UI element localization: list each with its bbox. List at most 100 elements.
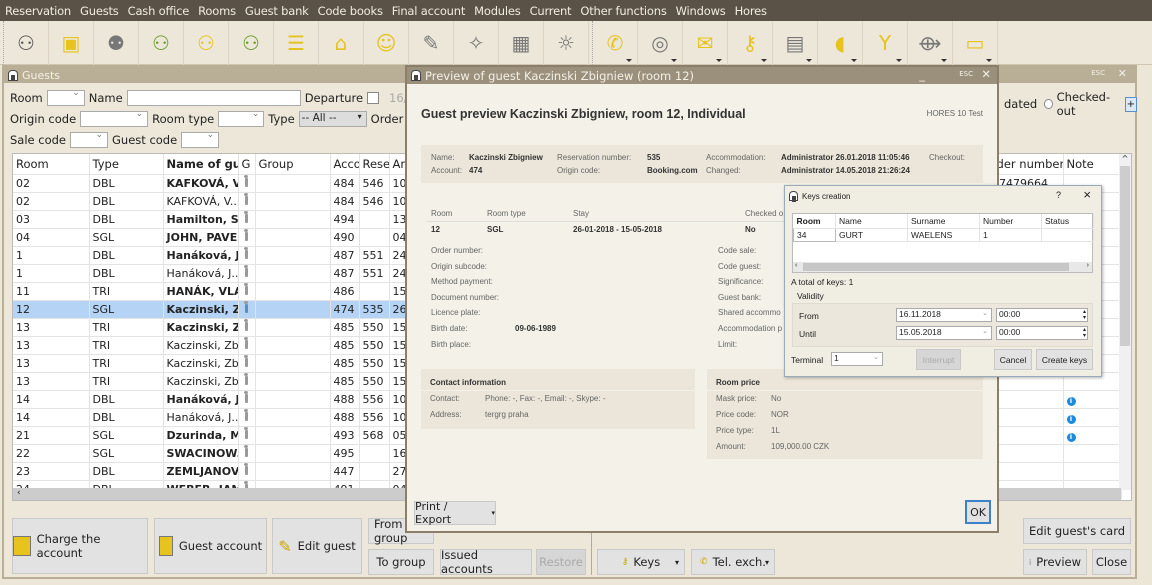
close-icon[interactable]: ✕: [981, 67, 991, 81]
departure-checkbox[interactable]: [367, 92, 380, 104]
menu-guest-bank[interactable]: Guest bank: [240, 4, 313, 18]
dropdown-arrow-icon[interactable]: [761, 59, 767, 62]
add-guests-button[interactable]: ⚉: [94, 21, 139, 65]
mail-button[interactable]: ✉: [683, 21, 728, 65]
type-select[interactable]: -- All -- ▾: [298, 111, 367, 127]
name-input[interactable]: [126, 90, 301, 106]
keys-column-header[interactable]: Status: [1041, 214, 1094, 229]
terminal-select[interactable]: 1 ⌄: [831, 352, 883, 366]
table-row[interactable]: 23DBLZEMLJANOV...44727/: [13, 462, 414, 481]
card-button[interactable]: ▣: [49, 21, 94, 65]
table-row[interactable]: [989, 462, 1122, 481]
sale-code-select[interactable]: [70, 130, 109, 148]
circles-button[interactable]: ◎: [638, 21, 683, 65]
dropdown-arrow-icon[interactable]: [986, 59, 992, 62]
dropdown-arrow-icon[interactable]: [941, 59, 947, 62]
tel-exch-dropdown-icon[interactable]: ▾: [765, 558, 769, 567]
screen-user-button[interactable]: ▭: [953, 21, 998, 65]
house-button[interactable]: ⌂: [319, 21, 364, 65]
guests-mixed-button[interactable]: ⚇: [229, 21, 274, 65]
cancel-button[interactable]: Cancel: [994, 349, 1032, 370]
close-button[interactable]: ×: [1083, 187, 1091, 202]
cocktail-button[interactable]: Y: [863, 21, 908, 65]
edit-guest-card-button[interactable]: Edit guest's card: [1023, 518, 1131, 544]
info-icon[interactable]: i: [1066, 414, 1076, 424]
column-header[interactable]: Room: [13, 154, 90, 175]
print-export-dropdown-icon[interactable]: ▾: [491, 509, 495, 517]
table-row[interactable]: 02DBLKAFKOVÁ, V...48454610/: [13, 192, 414, 211]
menu-modules[interactable]: Modules: [469, 4, 524, 18]
car-button[interactable]: ◖: [818, 21, 863, 65]
document-edit-button[interactable]: ✎: [409, 21, 454, 65]
charge-account-button[interactable]: Charge the account: [12, 518, 148, 574]
menu-cash-office[interactable]: Cash office: [123, 4, 194, 18]
guest-checkin-button[interactable]: ⚇: [4, 21, 49, 65]
column-header[interactable]: G: [238, 154, 256, 175]
room-select[interactable]: [46, 88, 85, 106]
table-row[interactable]: 14DBLHanáková, J...48855610/: [13, 408, 414, 427]
menu-guests[interactable]: Guests: [75, 4, 123, 18]
dropdown-arrow-icon[interactable]: [671, 59, 677, 62]
menu-code-books[interactable]: Code books: [313, 4, 387, 18]
guests-green-button[interactable]: ⚇: [139, 21, 184, 65]
guest-code-select[interactable]: [181, 130, 220, 148]
tel-exch-button[interactable]: ✆ Tel. exch. ▾: [691, 549, 775, 575]
schedule-bars-button[interactable]: ☰: [274, 21, 319, 65]
menu-other-functions[interactable]: Other functions: [575, 4, 670, 18]
interrupt-button[interactable]: Interrupt: [916, 349, 961, 370]
column-header[interactable]: Rese: [359, 154, 390, 175]
column-header[interactable]: Type: [89, 154, 164, 175]
table-row[interactable]: 13TRIKaczinski, Zb...48555015/: [13, 336, 414, 355]
from-time-spinner[interactable]: 00:00 ▴ ▾: [996, 308, 1088, 322]
table-row[interactable]: i: [989, 408, 1122, 427]
from-date-picker[interactable]: 16.11.2018 ⌄: [896, 308, 992, 322]
phone-button[interactable]: ✆: [593, 21, 638, 65]
dropdown-arrow-icon[interactable]: [716, 59, 722, 62]
keys-column-header[interactable]: Surname: [907, 214, 980, 229]
table-row[interactable]: 12SGLKaczinski, Z...47453526/: [13, 300, 414, 319]
table-row[interactable]: 13TRIKaczinski, Zb...48555015/: [13, 372, 414, 391]
ok-button[interactable]: OK: [965, 500, 991, 524]
close-icon[interactable]: ✕: [1118, 67, 1127, 80]
transfer-button[interactable]: ⟴: [908, 21, 953, 65]
person-card-button[interactable]: ☺: [364, 21, 409, 65]
table-row[interactable]: 03DBLHamilton, St...49413/: [13, 210, 414, 229]
until-date-picker[interactable]: 15.05.2018 ⌄: [896, 326, 992, 340]
scrollbar-thumb[interactable]: [1120, 166, 1130, 346]
to-group-button[interactable]: To group: [368, 549, 434, 575]
keys-column-header[interactable]: Number: [979, 214, 1042, 229]
menu-rooms[interactable]: Rooms: [193, 4, 240, 18]
table-row[interactable]: 22SGLSWACINOW...49516/: [13, 444, 414, 463]
dropdown-arrow-icon[interactable]: [806, 59, 812, 62]
table-row[interactable]: 02DBLKAFKOVÁ, V...48454610/: [13, 174, 414, 193]
keys-column-header[interactable]: Room: [793, 214, 836, 229]
menu-current[interactable]: Current: [525, 4, 576, 18]
lightbulb-button[interactable]: ☼: [544, 21, 589, 65]
keys-cell[interactable]: 34: [793, 227, 836, 242]
guests-yellow-button[interactable]: ⚇: [184, 21, 229, 65]
keys-titlebar[interactable]: Keys creation ? ×: [785, 186, 1101, 206]
dropdown-arrow-icon[interactable]: [626, 59, 632, 62]
preview-button[interactable]: i Preview: [1023, 549, 1087, 575]
table-row[interactable]: 04 SGL JOHN, PAVEL 490 04/: [13, 228, 414, 247]
pin-button[interactable]: ✧: [454, 21, 499, 65]
keys-column-header[interactable]: Name: [835, 214, 908, 229]
column-header[interactable]: rder number: [989, 154, 1064, 175]
calculator-button[interactable]: ▦: [499, 21, 544, 65]
checked-out-radio[interactable]: [1044, 99, 1053, 109]
edit-guest-button[interactable]: ✎ Edit guest: [272, 518, 362, 574]
until-time-spinner[interactable]: 00:00 ▴ ▾: [996, 326, 1088, 340]
keys-button[interactable]: ⚷ Keys ▾: [597, 549, 685, 575]
issued-accounts-button[interactable]: Issued accounts: [440, 548, 532, 576]
table-row[interactable]: 13TRIKaczinski, Zb...48555015/: [13, 354, 414, 373]
menu-reservation[interactable]: Reservation: [0, 4, 75, 18]
column-header[interactable]: Group: [255, 154, 331, 175]
dropdown-arrow-icon[interactable]: [851, 59, 857, 62]
table-row[interactable]: 1DBLHanáková, J...48755124/: [13, 264, 414, 283]
table-row[interactable]: 14DBLHanáková, J...48855610/: [13, 390, 414, 409]
scrollbar-thumb[interactable]: [803, 263, 1069, 271]
column-header[interactable]: Name of guest: [163, 154, 239, 175]
key-button[interactable]: ⚷: [728, 21, 773, 65]
info-icon[interactable]: i: [1066, 432, 1076, 442]
guest-account-button[interactable]: Guest account: [154, 518, 267, 574]
